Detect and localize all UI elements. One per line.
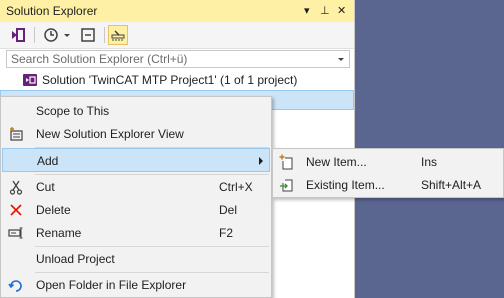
switch-views-button[interactable]: [8, 25, 28, 45]
existing-item-icon: [280, 179, 293, 192]
solution-label: Solution 'TwinCAT MTP Project1' (1 of 1 …: [42, 73, 298, 87]
search-options-dropdown-icon[interactable]: [333, 51, 349, 67]
collapse-all-button[interactable]: [78, 25, 98, 45]
solution-explorer-toolbar: [0, 22, 354, 49]
menu-item-add[interactable]: Add: [2, 148, 270, 172]
pin-icon[interactable]: ⊥: [320, 0, 330, 22]
menu-item-cut[interactable]: Cut Ctrl+X: [2, 175, 270, 199]
submenu-item-existing-item[interactable]: Existing Item... Shift+Alt+A: [274, 173, 502, 197]
scissors-icon: [9, 180, 23, 195]
vs-switch-views-icon: [12, 28, 25, 42]
submenu-item-label: New Item...: [306, 155, 367, 169]
menu-item-new-solution-explorer-view[interactable]: New Solution Explorer View: [2, 122, 270, 146]
menu-item-shortcut: F2: [219, 226, 234, 240]
pending-changes-filter-button[interactable]: [42, 25, 72, 45]
delete-x-icon: [10, 204, 22, 216]
context-menu: Scope to This New Solution Explorer View…: [0, 96, 272, 298]
menu-item-label: Add: [37, 154, 59, 168]
toolbar-separator: [34, 27, 35, 43]
panel-title-bar[interactable]: Solution Explorer: [0, 0, 354, 22]
search-box[interactable]: [6, 50, 350, 68]
tree-row-solution[interactable]: Solution 'TwinCAT MTP Project1' (1 of 1 …: [0, 70, 354, 90]
new-item-icon: [279, 154, 293, 170]
search-input[interactable]: [7, 51, 333, 67]
menu-item-rename[interactable]: Rename F2: [2, 221, 270, 245]
menu-item-unload-project[interactable]: Unload Project: [2, 247, 270, 271]
menu-item-label: Scope to This: [36, 104, 110, 118]
collapse-all-icon: [81, 28, 95, 42]
submenu-item-new-item[interactable]: New Item... Ins: [274, 150, 502, 174]
submenu-item-shortcut: Ins: [421, 155, 438, 169]
window-position-dropdown-icon[interactable]: ▾: [304, 0, 310, 22]
panel-title: Solution Explorer: [6, 4, 98, 18]
menu-item-open-folder-in-file-explorer[interactable]: Open Folder in File Explorer: [2, 273, 270, 297]
open-folder-icon: [8, 280, 22, 292]
menu-item-delete[interactable]: Delete Del: [2, 198, 270, 222]
solution-icon: [23, 74, 37, 86]
submenu-item-shortcut: Shift+Alt+A: [421, 178, 482, 192]
submenu-arrow-icon: [259, 157, 263, 165]
new-view-icon: [10, 127, 23, 141]
menu-item-label: New Solution Explorer View: [36, 127, 184, 141]
menu-item-scope-to-this[interactable]: Scope to This: [2, 99, 270, 123]
submenu-item-label: Existing Item...: [306, 178, 385, 192]
menu-item-label: Delete: [36, 203, 71, 217]
menu-item-label: Cut: [36, 180, 55, 194]
close-icon[interactable]: ✕: [337, 0, 346, 22]
menu-item-shortcut: Del: [219, 203, 238, 217]
rename-icon: [8, 227, 23, 239]
add-submenu: New Item... Ins Existing Item... Shift+A…: [272, 148, 504, 198]
menu-item-shortcut: Ctrl+X: [219, 180, 253, 194]
menu-item-label: Open Folder in File Explorer: [36, 278, 187, 292]
properties-button[interactable]: [108, 25, 128, 45]
menu-item-label: Rename: [36, 226, 82, 240]
menu-item-label: Unload Project: [36, 252, 115, 266]
history-icon: [44, 28, 70, 42]
properties-icon: [111, 30, 125, 41]
toolbar-separator: [104, 27, 105, 43]
